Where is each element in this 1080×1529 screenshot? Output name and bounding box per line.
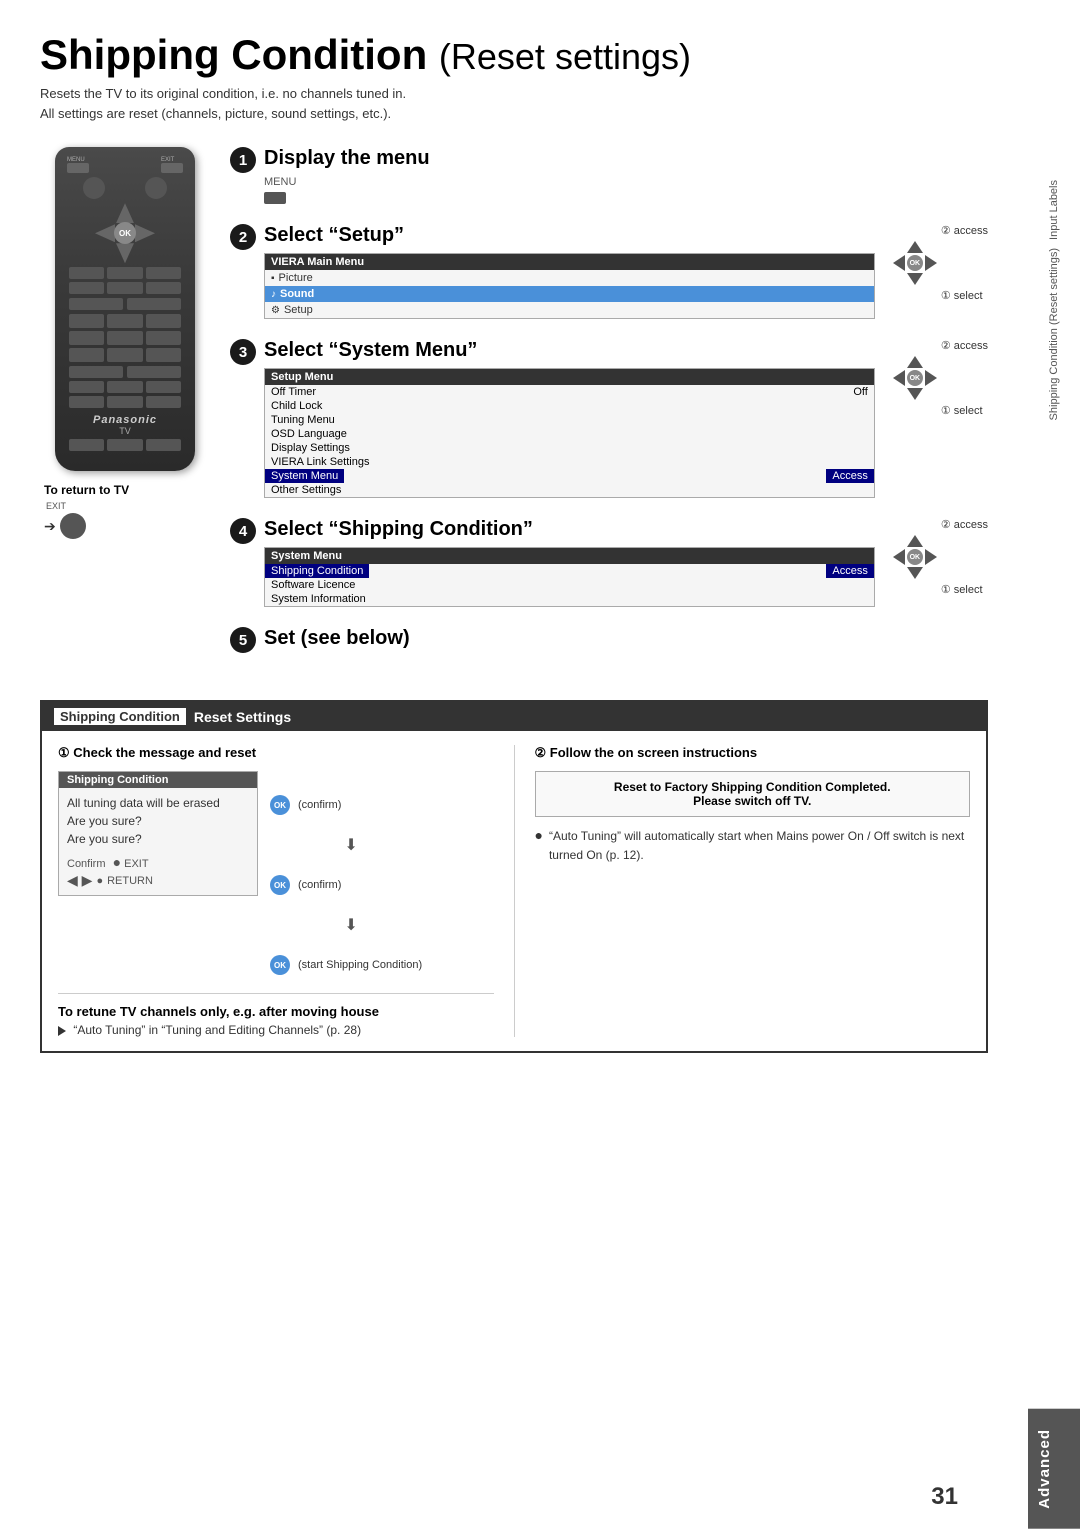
- subtitle: Resets the TV to its original condition,…: [40, 84, 988, 123]
- bottom-section: Shipping Condition Reset Settings ① Chec…: [40, 700, 988, 1053]
- step-4-menu: System Menu Shipping Condition Access So…: [264, 547, 875, 607]
- step-3-select: ① select: [941, 404, 983, 417]
- follow-title: ② Follow the on screen instructions: [535, 745, 971, 761]
- confirm1-label: (confirm): [298, 799, 341, 811]
- bottom-header-rest: Reset Settings: [194, 709, 291, 725]
- menu-item-picture: ▪ Picture: [265, 270, 874, 286]
- step-3-menu: Setup Menu Off Timer Off Child Lock: [264, 368, 875, 498]
- step-1-sub: MENU: [264, 176, 988, 188]
- bullet1: “Auto Tuning” will automatically start w…: [549, 827, 970, 865]
- page-title: Shipping Condition (Reset settings): [40, 32, 988, 78]
- dialog-title: Shipping Condition: [59, 772, 257, 788]
- menu-row-childlock: Child Lock: [265, 399, 874, 413]
- menu-row-software: Software Licence: [265, 578, 874, 592]
- title-bold: Shipping Condition: [40, 31, 427, 78]
- menu-row-offtimer: Off Timer Off: [265, 385, 874, 399]
- menu-row-shipping: Shipping Condition Access: [265, 564, 874, 578]
- menu-icon: [264, 192, 286, 204]
- step-2-nav: ② access OK ① select: [891, 224, 988, 302]
- step-2-number: 2: [230, 224, 256, 250]
- step-2-menu: VIERA Main Menu ▪ Picture ♪ Sound ⚙ Setu…: [264, 253, 875, 319]
- confirm2-label: (confirm): [298, 879, 341, 891]
- factory-reset-line2: Please switch off TV.: [546, 794, 960, 808]
- step-4-title: Select “Shipping Condition”: [264, 518, 875, 541]
- sidebar-input-labels: Input Labels: [1048, 180, 1060, 240]
- sidebar-shipping: Shipping Condition (Reset settings): [1048, 248, 1060, 420]
- step-3-dpad: OK: [891, 354, 939, 402]
- dialog-line3: Are you sure?: [67, 830, 249, 848]
- bottom-header-label: Shipping Condition: [54, 708, 186, 725]
- page-number: 31: [931, 1483, 958, 1511]
- step-3-title: Select “System Menu”: [264, 339, 875, 362]
- retune-section: To retune TV channels only, e.g. after m…: [58, 993, 494, 1037]
- sidebar-advanced: Advanced: [1028, 1409, 1080, 1529]
- step-3-number: 3: [230, 339, 256, 365]
- retune-text: “Auto Tuning” in “Tuning and Editing Cha…: [58, 1023, 494, 1037]
- step-5-title: Set (see below): [264, 627, 988, 650]
- step-2-dpad: OK: [891, 239, 939, 287]
- retune-text-content: “Auto Tuning” in “Tuning and Editing Cha…: [73, 1023, 361, 1037]
- step-3-nav: ② access OK ① select: [891, 339, 988, 417]
- check-title: ① Check the message and reset: [58, 745, 494, 761]
- step-2-title: Select “Setup”: [264, 224, 875, 247]
- return-label: RETURN: [107, 875, 153, 887]
- step-2-access: ② access: [941, 224, 988, 237]
- step-4-number: 4: [230, 518, 256, 544]
- menu-row-tuning: Tuning Menu: [265, 413, 874, 427]
- steps-container: 1 Display the menu MENU 2 Select “Setup”: [230, 147, 988, 676]
- ok-circle-2: OK: [270, 875, 290, 895]
- dialog-line2: Are you sure?: [67, 812, 249, 830]
- ok-circle-3: OK: [270, 955, 290, 975]
- menu-row-viera: VIERA Link Settings: [265, 455, 874, 469]
- factory-reset-box: Reset to Factory Shipping Condition Comp…: [535, 771, 971, 817]
- exit-label2: EXIT: [124, 858, 148, 870]
- step-1-number: 1: [230, 147, 256, 173]
- menu-row-display: Display Settings: [265, 441, 874, 455]
- confirm3-label: (start Shipping Condition): [298, 959, 422, 971]
- confirm-row-1: OK (confirm): [270, 795, 422, 815]
- step-4-select: ① select: [941, 583, 983, 596]
- menu-row-other: Other Settings: [265, 483, 874, 497]
- bottom-left: ① Check the message and reset Shipping C…: [58, 745, 514, 1037]
- return-tv-label: To return to TV: [44, 483, 210, 497]
- menu-row-sysinfo: System Information: [265, 592, 874, 606]
- step-4-dpad: OK: [891, 533, 939, 581]
- step-4-access: ② access: [941, 518, 988, 531]
- confirm-label: Confirm: [67, 858, 106, 870]
- menu-item-setup: ⚙ Setup: [265, 302, 874, 318]
- retune-title: To retune TV channels only, e.g. after m…: [58, 1004, 494, 1019]
- step-1-title: Display the menu: [264, 147, 988, 170]
- bottom-header: Shipping Condition Reset Settings: [42, 702, 986, 731]
- menu-item-sound: ♪ Sound: [265, 286, 874, 302]
- title-normal: (Reset settings): [439, 36, 691, 77]
- dialog-line1: All tuning data will be erased: [67, 794, 249, 812]
- right-sidebar: Input Labels Shipping Condition (Reset s…: [1028, 0, 1080, 1529]
- step-4-nav: ② access OK ① select: [891, 518, 988, 596]
- ok-circle-1: OK: [270, 795, 290, 815]
- menu-row-system: System Menu Access: [265, 469, 874, 483]
- menu-header-2: VIERA Main Menu: [265, 254, 874, 270]
- menu-header-4: System Menu: [265, 548, 874, 564]
- shipping-dialog: Shipping Condition All tuning data will …: [58, 771, 258, 896]
- factory-reset-line1: Reset to Factory Shipping Condition Comp…: [546, 780, 960, 794]
- bottom-right: ② Follow the on screen instructions Rese…: [514, 745, 971, 1037]
- menu-header-3: Setup Menu: [265, 369, 874, 385]
- step-5-number: 5: [230, 627, 256, 653]
- exit-label: EXIT: [46, 501, 210, 511]
- confirm-row-3: OK (start Shipping Condition): [270, 955, 422, 975]
- menu-row-osd: OSD Language: [265, 427, 874, 441]
- step-3-access: ② access: [941, 339, 988, 352]
- confirm-row-2: OK (confirm): [270, 875, 422, 895]
- remote-control: MENU EXIT: [40, 147, 210, 676]
- step-2-select: ① select: [941, 289, 983, 302]
